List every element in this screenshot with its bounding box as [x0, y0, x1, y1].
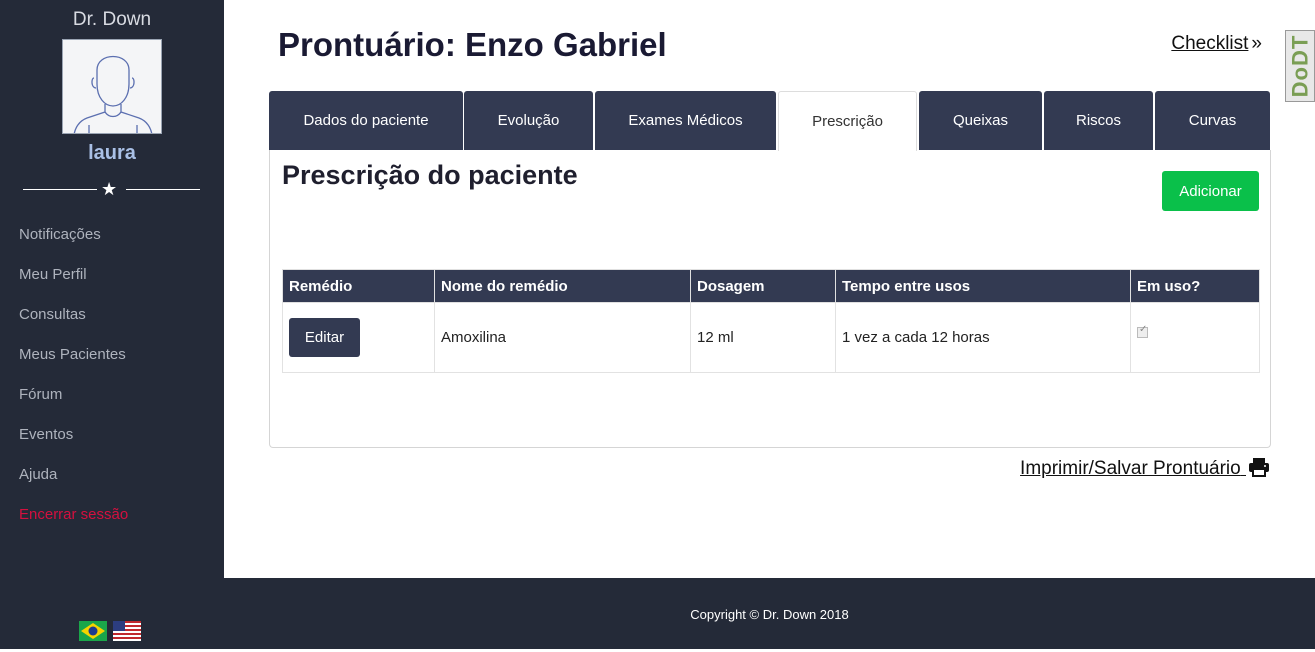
- nav-ajuda[interactable]: Ajuda: [19, 463, 128, 503]
- header-dosagem: Dosagem: [690, 269, 836, 303]
- prescription-panel: Prescrição do paciente Adicionar Remédio…: [269, 150, 1271, 448]
- header-tempo-usos: Tempo entre usos: [835, 269, 1131, 303]
- nav-forum[interactable]: Fórum: [19, 383, 128, 423]
- ddt-logo-text: DoDT: [1287, 34, 1313, 98]
- star-icon: ★: [101, 179, 118, 199]
- double-chevron-right-icon: »: [1251, 33, 1262, 54]
- checklist-link[interactable]: Checklist»: [1171, 33, 1262, 55]
- tab-prescricao[interactable]: Prescrição: [778, 91, 917, 151]
- print-label: Imprimir/Salvar Prontuário: [1020, 458, 1241, 479]
- tab-dados-paciente[interactable]: Dados do paciente: [269, 91, 463, 150]
- header-nome-remedio: Nome do remédio: [434, 269, 691, 303]
- nav-logout[interactable]: Encerrar sessão: [19, 503, 128, 543]
- in-use-checkbox[interactable]: [1137, 324, 1148, 338]
- brazil-flag-icon[interactable]: [79, 621, 107, 641]
- sidebar: Dr. Down laura ★ Notificações Meu Perfil…: [0, 0, 224, 649]
- print-link[interactable]: Imprimir/Salvar Prontuário: [1020, 457, 1270, 480]
- nav-meu-perfil[interactable]: Meu Perfil: [19, 263, 128, 303]
- nav-notificacoes[interactable]: Notificações: [19, 223, 128, 263]
- table-header-row: Remédio Nome do remédio Dosagem Tempo en…: [282, 269, 1260, 303]
- header-em-uso: Em uso?: [1130, 269, 1260, 303]
- tab-curvas[interactable]: Curvas: [1155, 91, 1270, 150]
- cell-name: Amoxilina: [434, 302, 691, 373]
- page-title: Prontuário: Enzo Gabriel: [278, 26, 667, 63]
- footer: Copyright © Dr. Down 2018: [224, 578, 1315, 649]
- tab-evolucao[interactable]: Evolução: [464, 91, 593, 150]
- avatar: [62, 39, 162, 134]
- cell-in-use: [1130, 302, 1260, 373]
- brand-name: Dr. Down: [72, 9, 152, 30]
- tab-exames-medicos[interactable]: Exames Médicos: [595, 91, 776, 150]
- user-avatar-icon: [73, 56, 153, 133]
- nav-eventos[interactable]: Eventos: [19, 423, 128, 463]
- prescription-table: Remédio Nome do remédio Dosagem Tempo en…: [282, 269, 1260, 373]
- edit-button[interactable]: Editar: [289, 318, 360, 357]
- language-flags: [79, 621, 141, 641]
- cell-interval: 1 vez a cada 12 horas: [835, 302, 1131, 373]
- divider: ★: [23, 179, 200, 199]
- usa-flag-icon[interactable]: [113, 621, 141, 641]
- checklist-label: Checklist: [1171, 33, 1249, 54]
- nav-consultas[interactable]: Consultas: [19, 303, 128, 343]
- ddt-badge[interactable]: DoDT: [1285, 30, 1315, 102]
- table-row: Editar Amoxilina 12 ml 1 vez a cada 12 h…: [282, 302, 1260, 373]
- nav-meus-pacientes[interactable]: Meus Pacientes: [19, 343, 128, 383]
- cell-action: Editar: [282, 302, 435, 373]
- panel-title: Prescrição do paciente: [282, 160, 578, 190]
- header-remedio: Remédio: [282, 269, 435, 303]
- username: laura: [88, 142, 136, 164]
- cell-dosage: 12 ml: [690, 302, 836, 373]
- sidebar-nav: Notificações Meu Perfil Consultas Meus P…: [19, 223, 128, 543]
- add-button[interactable]: Adicionar: [1162, 171, 1259, 211]
- tab-riscos[interactable]: Riscos: [1044, 91, 1153, 150]
- tab-queixas[interactable]: Queixas: [919, 91, 1042, 150]
- printer-icon: [1249, 458, 1269, 477]
